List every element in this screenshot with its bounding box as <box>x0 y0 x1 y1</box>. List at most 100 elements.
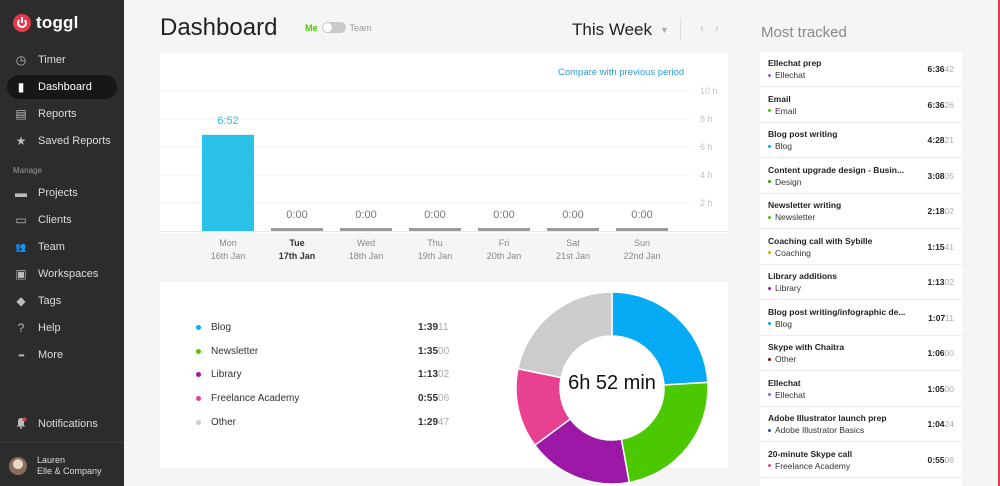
toggle-team-label[interactable]: Team <box>350 23 372 33</box>
donut-slice-blog <box>611 291 709 386</box>
entry-duration: 1:1541 <box>927 241 954 252</box>
most-tracked-entry[interactable]: Blog post writing Blog 4:2821 <box>760 123 962 158</box>
project-color-dot <box>768 109 771 112</box>
legend-item[interactable]: Library 1:1302 <box>196 369 456 383</box>
day-name: Mon <box>219 238 237 248</box>
entry-project: Email <box>768 106 796 116</box>
project-color-dot <box>768 215 771 219</box>
entry-description: Skype with Chaitra <box>768 342 845 352</box>
app-name: toggl <box>36 13 79 32</box>
most-tracked-entry[interactable]: Library additions Library 1:1302 <box>760 265 962 300</box>
day-name: Sun <box>633 238 650 248</box>
sidebar-item-reports[interactable]: ▤ Reports <box>7 102 117 126</box>
project-color-dot <box>768 357 771 361</box>
day-date: 16th Jan <box>210 251 246 261</box>
legend-project-name: Freelance Academy <box>211 393 300 405</box>
legend-item[interactable]: Blog 1:3911 <box>196 322 456 336</box>
y-tick-label: 4 h <box>700 170 713 180</box>
legend-item[interactable]: Freelance Academy 0:5506 <box>196 393 456 407</box>
sidebar-item-label: Tags <box>38 295 62 307</box>
bar-value-label: 0:00 <box>424 209 445 221</box>
me-team-toggle[interactable]: Me Team <box>305 22 372 33</box>
bar-value-label: 6:52 <box>217 115 238 127</box>
sidebar-item-dashboard[interactable]: ▮ Dashboard <box>7 75 117 99</box>
chevron-left-icon[interactable]: ‹ <box>700 23 704 35</box>
legend-color-dot <box>196 419 201 425</box>
sidebar-item-label: Workspaces <box>38 268 99 280</box>
chevron-right-icon[interactable]: › <box>715 23 719 35</box>
day-name: Tue <box>289 238 305 248</box>
sidebar-item-label: Saved Reports <box>38 135 111 147</box>
entry-project: Library <box>768 283 801 293</box>
legend-item[interactable]: Newsletter 1:3500 <box>196 346 456 360</box>
bar-value-label: 0:00 <box>631 209 652 221</box>
sidebar-item-tags[interactable]: ◆ Tags <box>7 289 117 313</box>
toggl-logo[interactable]: toggl <box>13 13 79 33</box>
sidebar-item-label: Timer <box>38 54 66 66</box>
sidebar: toggl ◷ Timer ▮ Dashboard ▤ Reports ★ Sa… <box>0 0 124 486</box>
most-tracked-entry[interactable]: Ellechat prep Ellechat 6:3642 <box>760 52 962 87</box>
most-tracked-entry[interactable]: Newsletter writing Newsletter 2:1802 <box>760 194 962 229</box>
bar-value-label: 0:00 <box>355 209 376 221</box>
most-tracked-entry[interactable]: Skype with Chaitra Other 1:0600 <box>760 336 962 371</box>
bar-value-label: 0:00 <box>493 209 514 221</box>
most-tracked-entry[interactable]: Content upgrade design - Busin... Design 3… <box>760 159 962 194</box>
workspace-icon: ▣ <box>15 267 27 281</box>
sidebar-item-notifications[interactable]: Notifications <box>7 412 117 436</box>
most-tracked-entry[interactable]: Adobe Illustrator launch prep Adobe Illus… <box>760 407 962 442</box>
date-range-selector[interactable]: This Week <box>572 20 652 40</box>
day-label-mon: Mon 16th Jan <box>198 237 258 263</box>
sidebar-item-label: Notifications <box>38 418 98 430</box>
sidebar-divider <box>0 442 124 443</box>
most-tracked-entry[interactable]: Email Email 6:3626 <box>760 88 962 123</box>
entry-duration: 3:0805 <box>927 170 954 181</box>
most-tracked-entry[interactable]: Ellechat Ellechat 1:0500 <box>760 372 962 407</box>
project-color-dot <box>768 464 771 467</box>
entry-duration: 1:0500 <box>927 383 954 394</box>
day-date: 22nd Jan <box>623 251 661 261</box>
legend-project-name: Blog <box>211 322 232 333</box>
entry-project: Design <box>768 177 801 187</box>
day-name: Fri <box>498 238 510 248</box>
most-tracked-list: Ellechat prep Ellechat 6:3642 Email Email 6:3… <box>760 52 962 486</box>
sidebar-item-workspaces[interactable]: ▣ Workspaces <box>7 262 117 286</box>
user-profile[interactable]: Lauren Elle & Company <box>9 455 102 477</box>
sidebar-item-projects[interactable]: ▬ Projects <box>7 181 117 205</box>
chevron-down-icon[interactable]: ▼ <box>660 25 669 35</box>
sidebar-item-help[interactable]: ? Help <box>7 316 117 340</box>
bar-value-label: 0:00 <box>286 209 307 221</box>
legend-color-dot <box>196 325 201 330</box>
sidebar-item-timer[interactable]: ◷ Timer <box>7 48 117 72</box>
legend-project-time: 0:5506 <box>418 393 450 405</box>
most-tracked-entry[interactable]: Coaching call with Sybille Coaching 1:1541 <box>760 230 962 265</box>
briefcase-icon: ▭ <box>15 213 27 227</box>
entry-description: Email <box>768 93 791 104</box>
header-separator <box>680 18 681 40</box>
bar-value-label: 0:00 <box>562 209 583 221</box>
legend-item[interactable]: Other 1:2947 <box>196 417 456 431</box>
bar-thu <box>409 228 461 231</box>
entry-description: Coaching call with Sybille <box>768 235 873 246</box>
most-tracked-entry[interactable]: 20-minute Skype call Freelance Academy 0:5… <box>760 443 962 478</box>
toggle-switch[interactable] <box>321 22 346 33</box>
compare-previous-link[interactable]: Compare with previous period <box>558 67 684 78</box>
legend-project-name: Library <box>211 369 242 381</box>
donut-slice-newsletter <box>620 381 709 484</box>
sidebar-item-team[interactable]: 👥 Team <box>7 235 117 259</box>
project-color-dot <box>768 144 771 148</box>
bar-sun <box>616 228 668 231</box>
bar-wed <box>340 228 392 231</box>
sidebar-item-label: Dashboard <box>38 81 92 93</box>
more-icon: ••• <box>18 350 24 360</box>
toggle-me-label[interactable]: Me <box>305 23 318 33</box>
sidebar-item-clients[interactable]: ▭ Clients <box>7 208 117 232</box>
entry-project: Newsletter <box>768 212 815 222</box>
entry-project: Blog <box>768 319 792 329</box>
legend-color-dot <box>196 348 201 354</box>
donut-slice-other <box>517 291 613 379</box>
most-tracked-entry[interactable]: Blog post writing/infographic de... Blog 1… <box>760 301 962 336</box>
sidebar-item-saved-reports[interactable]: ★ Saved Reports <box>7 129 117 153</box>
sidebar-item-more[interactable]: ••• More <box>7 343 117 367</box>
day-label-sat: Sat 21st Jan <box>543 237 603 263</box>
entry-duration: 2:1802 <box>927 206 954 216</box>
